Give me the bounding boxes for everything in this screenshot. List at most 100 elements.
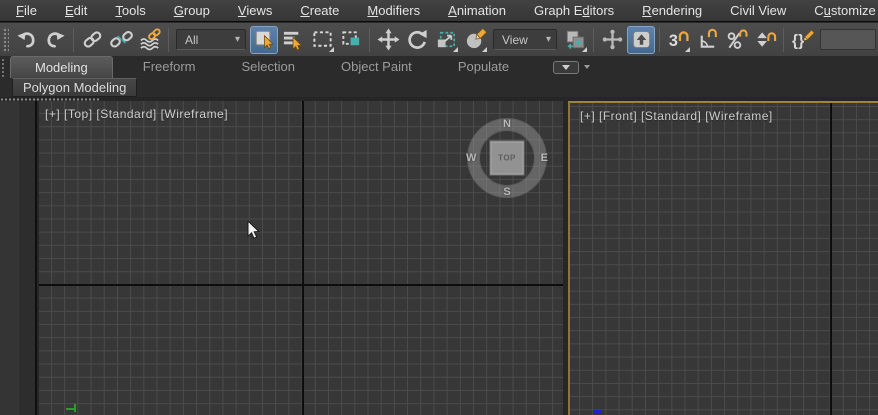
toolbar-separator [369,28,370,52]
toolbar-separator [783,28,784,52]
menu-item-views[interactable]: Views [224,0,286,22]
chevron-down-icon: ▾ [235,34,240,45]
spinner-snap-icon [754,28,777,51]
viewcube-west[interactable]: W [466,152,476,164]
keyboard-override-icon [630,28,653,51]
left-dock-strip [0,101,19,415]
mouse-cursor [247,221,261,246]
toolbar-separator [659,28,660,52]
toolbar-drag-grip[interactable] [2,27,9,53]
viewcube-compass[interactable]: N E S W TOP [468,119,546,197]
select-and-link-button[interactable] [78,26,106,54]
edit-named-selection-sets-button[interactable]: {} [788,26,816,54]
select-and-manipulate-button[interactable] [598,26,626,54]
menu-item-modifiers[interactable]: Modifiers [353,0,434,22]
ribbon-tab-modeling[interactable]: Modeling [10,56,113,78]
ribbon-tab-populate[interactable]: Populate [442,56,525,78]
viewcube-east[interactable]: E [541,152,548,164]
redo-button[interactable] [41,26,69,54]
named-selection-sets-field[interactable] [820,29,876,50]
main-toolbar: All ▾ View ▾ 3 {} [0,23,878,56]
viewport-front-label[interactable]: [+] [Front] [Standard] [Wireframe] [580,109,773,123]
viewcube-south[interactable]: S [503,186,510,198]
place-icon [464,28,487,51]
manipulate-icon [601,28,624,51]
ribbon-minimize-icon [562,65,570,70]
angle-snap-icon [696,28,719,51]
chevron-down-icon: ▾ [546,34,551,45]
select-and-place-button[interactable] [461,26,489,54]
undo-icon [15,28,38,51]
viewcube-top-face[interactable]: TOP [490,141,525,176]
viewport-top[interactable]: [+] [Top] [Standard] [Wireframe] N E S W… [39,101,563,415]
viewport-front[interactable]: [+] [Front] [Standard] [Wireframe] [568,101,878,415]
ribbon-minimize-control[interactable] [553,56,590,78]
named-sets-icon: {} [791,28,814,51]
select-object-button[interactable] [250,26,278,54]
panel-tab-polygon-modeling[interactable]: Polygon Modeling [12,78,137,97]
menu-item-file[interactable]: File [2,0,51,22]
percent-snap-toggle-button[interactable] [722,26,750,54]
rotate-icon [406,28,429,51]
menu-item-graph-editors[interactable]: Graph Editors [520,0,628,22]
ribbon-tab-freeform[interactable]: Freeform [127,56,212,78]
menu-item-civil-view[interactable]: Civil View [716,0,800,22]
spinner-snap-toggle-button[interactable] [751,26,779,54]
select-cursor-icon [253,28,276,51]
world-axis-y-green-tip [74,404,76,412]
reference-coordinate-system-value: View [502,33,536,47]
redo-icon [44,28,67,51]
select-and-rotate-button[interactable] [403,26,431,54]
ribbon-minimize-button[interactable] [553,61,579,74]
select-by-name-icon [282,28,305,51]
menu-item-group[interactable]: Group [160,0,224,22]
menu-item-animation[interactable]: Animation [434,0,520,22]
selection-filter-dropdown[interactable]: All ▾ [176,29,246,50]
selection-filter-value: All [185,33,225,47]
unlink-selection-button[interactable] [107,26,135,54]
viewcube-north[interactable]: N [503,118,511,130]
move-icon [377,28,400,51]
3ds-max-window: FileEditToolsGroupViewsCreateModifiersAn… [0,0,878,415]
bind-to-space-warp-button[interactable] [136,26,164,54]
window-crossing-toggle-button[interactable] [337,26,365,54]
link-icon [81,28,104,51]
toolbar-separator [593,28,594,52]
ribbon-tab-object-paint[interactable]: Object Paint [325,56,428,78]
svg-text:{: { [791,33,797,50]
grid-origin-z-axis [830,103,832,415]
ribbon-panel-row: Polygon Modeling [0,78,878,97]
grid-origin-y-axis [302,101,304,415]
toolbar-separator [168,28,169,52]
svg-text:3: 3 [668,32,677,50]
viewport-area: [+] [Top] [Standard] [Wireframe] N E S W… [0,101,878,415]
unlink-icon [110,28,133,51]
menu-item-tools[interactable]: Tools [101,0,159,22]
chevron-down-icon[interactable] [584,65,590,69]
rectangular-selection-region-button[interactable] [308,26,336,54]
select-and-move-button[interactable] [374,26,402,54]
ribbon-tab-bar: Modeling Freeform Selection Object Paint Pop… [0,56,878,78]
ribbon-tab-selection[interactable]: Selection [226,56,311,78]
percent-snap-icon [725,28,748,51]
menu-item-create[interactable]: Create [286,0,353,22]
keyboard-shortcut-override-button[interactable] [627,26,655,54]
undo-button[interactable] [12,26,40,54]
grid-origin-x-axis [39,284,563,286]
select-and-scale-button[interactable] [432,26,460,54]
left-dock-strip-inner [19,101,37,415]
toolbar-separator [73,28,74,52]
space-warp-icon [139,28,162,51]
pivot-center-icon [564,28,587,51]
menu-item-rendering[interactable]: Rendering [628,0,716,22]
angle-snap-toggle-button[interactable] [693,26,721,54]
select-by-name-button[interactable] [279,26,307,54]
use-pivot-point-center-button[interactable] [561,26,589,54]
snaps-toggle-3d-button[interactable]: 3 [664,26,692,54]
menu-item-edit[interactable]: Edit [51,0,101,22]
viewport-top-label[interactable]: [+] [Top] [Standard] [Wireframe] [45,107,228,121]
menu-item-customize[interactable]: Customize [800,0,878,22]
reference-coordinate-system-dropdown[interactable]: View ▾ [493,29,557,50]
snap-3d-icon: 3 [667,28,690,51]
window-crossing-icon [340,28,363,51]
